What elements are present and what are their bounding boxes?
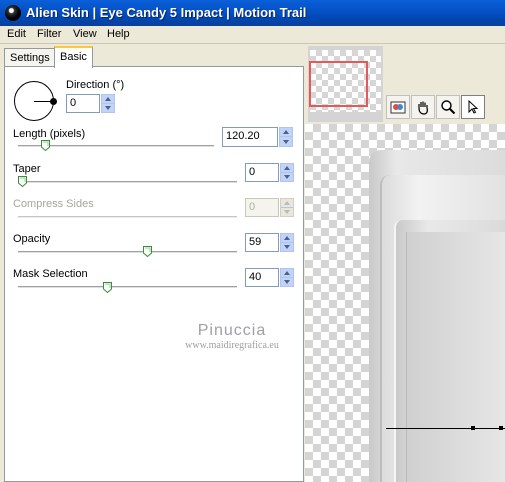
spin-down-icon[interactable] — [281, 278, 293, 287]
compress-sides-spinner — [280, 198, 294, 217]
direction-label: Direction (°) — [66, 79, 125, 91]
spin-down-icon[interactable] — [281, 243, 293, 252]
opacity-slider-track[interactable] — [18, 251, 237, 254]
preview-guide-node[interactable] — [499, 426, 503, 430]
title-bar: Alien Skin | Eye Candy 5 Impact | Motion… — [0, 0, 505, 26]
opacity-slider-thumb[interactable] — [143, 246, 152, 257]
compress-sides-label: Compress Sides — [13, 198, 94, 210]
direction-field[interactable]: 0 — [66, 94, 100, 113]
length-spinner[interactable] — [279, 127, 293, 147]
tab-settings[interactable]: Settings — [4, 48, 56, 68]
hand-icon[interactable] — [411, 95, 435, 119]
menu-help[interactable]: Help — [107, 28, 130, 40]
spin-up-icon[interactable] — [281, 164, 293, 173]
mask-selection-slider-thumb[interactable] — [103, 282, 112, 293]
watermark-url: www.maidiregrafica.eu — [185, 340, 279, 351]
mask-selection-slider-track[interactable] — [18, 286, 237, 289]
mask-selection-label: Mask Selection — [13, 268, 88, 280]
mask-selection-spinner[interactable] — [280, 268, 294, 287]
taper-slider-track[interactable] — [18, 181, 237, 184]
taper-spinner[interactable] — [280, 163, 294, 182]
spin-up-icon[interactable] — [280, 128, 292, 137]
watermark: Pinuccia www.maidiregrafica.eu — [164, 322, 300, 351]
preview-guide-line — [386, 428, 505, 429]
preview-toggle-icon[interactable] — [386, 95, 410, 119]
spin-down-icon — [281, 208, 293, 217]
opacity-spinner[interactable] — [280, 233, 294, 252]
spin-up-icon[interactable] — [281, 269, 293, 278]
tab-basic[interactable]: Basic — [54, 46, 93, 68]
taper-field[interactable]: 0 — [245, 163, 279, 182]
taper-label: Taper — [13, 163, 41, 175]
menu-filter[interactable]: Filter — [37, 28, 61, 40]
preview-toolbar — [386, 95, 485, 121]
menu-view[interactable]: View — [73, 28, 97, 40]
spin-up-icon[interactable] — [102, 95, 114, 104]
watermark-title: Pinuccia — [197, 322, 267, 339]
spin-down-icon[interactable] — [280, 137, 292, 146]
length-label: Length (pixels) — [13, 128, 86, 140]
zoom-icon[interactable] — [436, 95, 460, 119]
window-title: Alien Skin | Eye Candy 5 Impact | Motion… — [26, 5, 307, 20]
spin-down-icon[interactable] — [102, 104, 114, 113]
preview-frame-layer — [406, 232, 505, 482]
spin-up-icon[interactable] — [281, 234, 293, 243]
menu-bar: Edit Filter View Help — [0, 26, 505, 44]
taper-slider-thumb[interactable] — [18, 176, 27, 187]
preview-guide-node[interactable] — [471, 426, 475, 430]
direction-dial[interactable] — [14, 81, 57, 121]
spin-up-icon — [281, 199, 293, 208]
spin-down-icon[interactable] — [281, 173, 293, 182]
navigator-view-rect[interactable] — [309, 61, 368, 107]
opacity-label: Opacity — [13, 233, 51, 245]
length-field[interactable]: 120.20 — [222, 127, 278, 147]
mask-selection-field[interactable]: 40 — [245, 268, 279, 287]
compress-sides-field: 0 — [245, 198, 279, 217]
app-icon[interactable] — [5, 5, 21, 21]
menu-edit[interactable]: Edit — [7, 28, 26, 40]
compress-sides-slider-track — [18, 216, 237, 219]
direction-spinner[interactable] — [101, 94, 115, 113]
dial-knob[interactable] — [50, 98, 57, 105]
opacity-field[interactable]: 59 — [245, 233, 279, 252]
length-slider-thumb[interactable] — [41, 140, 50, 151]
pointer-icon[interactable] — [461, 95, 485, 119]
